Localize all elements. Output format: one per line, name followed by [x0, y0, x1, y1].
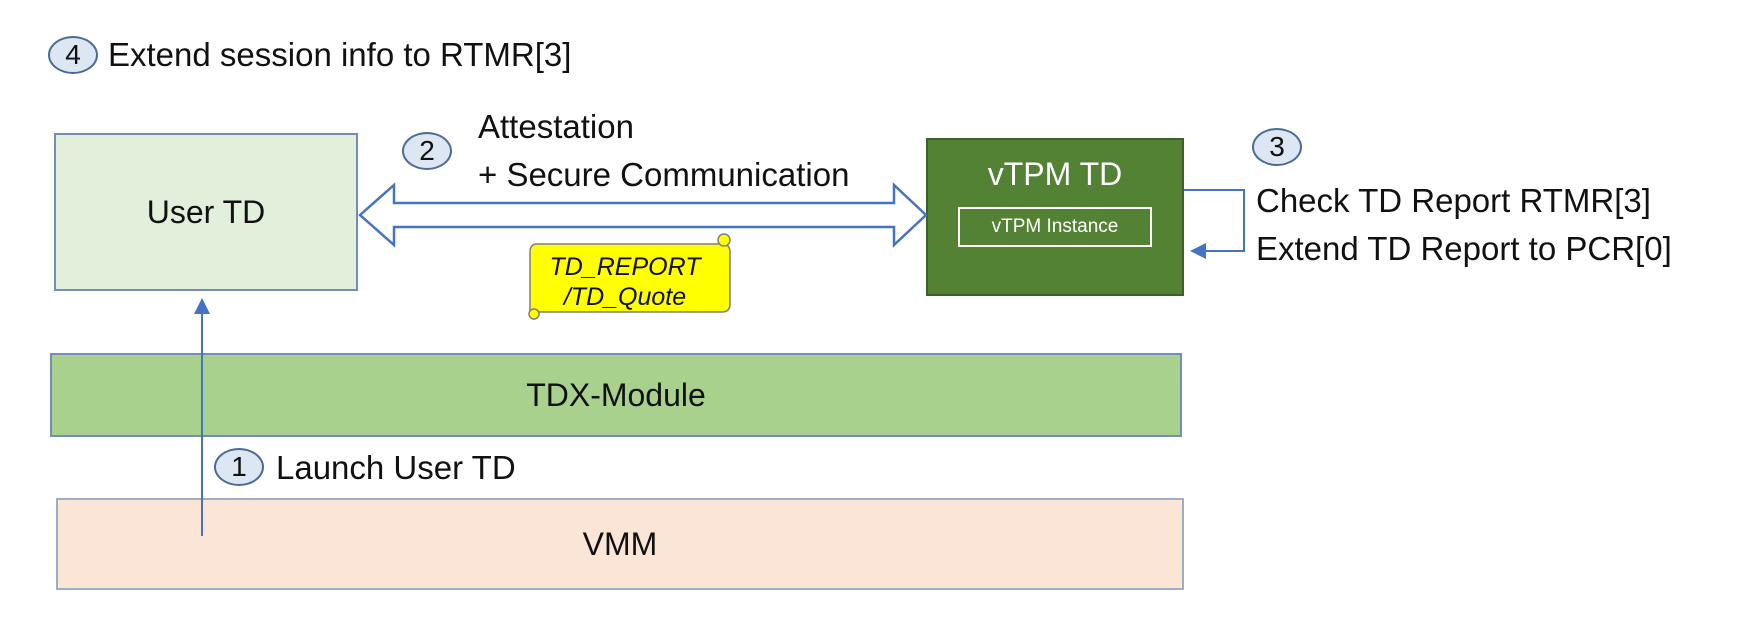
connectors-layer	[194, 182, 1245, 536]
scroll-line-2: /TD_Quote	[563, 283, 687, 311]
scroll-text: TD_REPORT /TD_Quote	[530, 244, 720, 320]
self-check-loop-arrow	[1184, 189, 1245, 259]
attestation-double-arrow	[358, 182, 928, 248]
scroll-line-1: TD_REPORT	[549, 252, 701, 281]
